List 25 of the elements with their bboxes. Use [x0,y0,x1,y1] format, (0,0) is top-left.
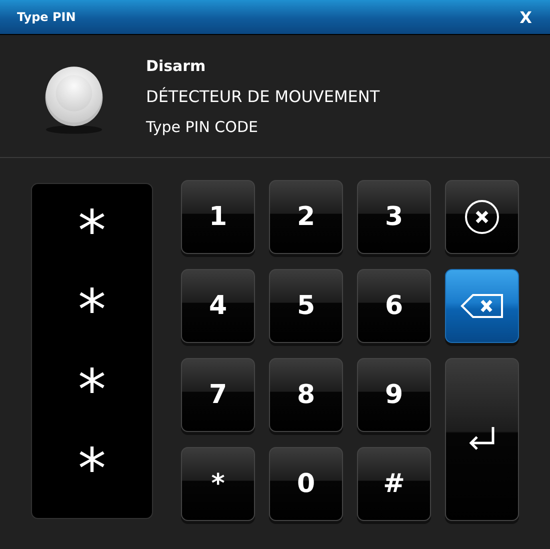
device-name: DÉTECTEUR DE MOUVEMENT [146,86,380,106]
digit-key[interactable]: # [357,447,431,521]
digit-key[interactable]: 9 [357,358,431,432]
digit-key[interactable]: 6 [357,269,431,343]
action-title: Disarm [146,56,207,74]
backspace-button[interactable] [445,269,519,343]
backspace-icon [460,293,504,319]
digit-key[interactable]: 2 [269,180,343,254]
digit-key[interactable]: 5 [269,269,343,343]
masked-digit: * [78,283,106,340]
window-title: Type PIN [17,10,76,24]
digit-key[interactable]: 3 [357,180,431,254]
digit-key[interactable]: 0 [269,447,343,521]
digit-key[interactable]: 4 [181,269,255,343]
digit-key[interactable]: 1 [181,180,255,254]
digit-key[interactable]: 8 [269,358,343,432]
prompt-text: Type PIN CODE [146,118,259,136]
clear-button[interactable] [445,180,519,254]
close-button[interactable]: X [516,8,536,26]
clear-icon [464,199,500,235]
digit-key[interactable]: 7 [181,358,255,432]
masked-digit: * [78,362,106,419]
digit-key[interactable]: * [181,447,255,521]
masked-digit: * [78,204,106,260]
masked-digit: * [78,442,106,498]
